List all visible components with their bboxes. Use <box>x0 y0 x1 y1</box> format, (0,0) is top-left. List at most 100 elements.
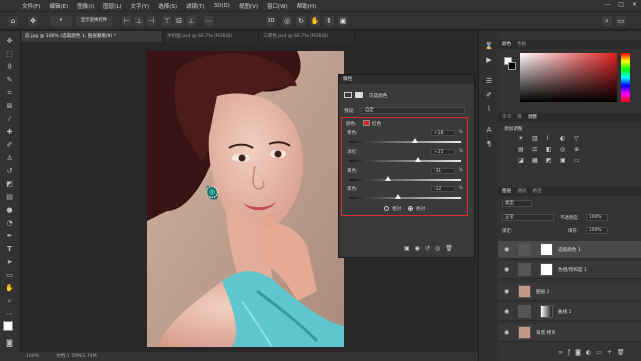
layer-name[interactable]: 色相/饱和度 1 <box>558 267 587 273</box>
type-tool-icon[interactable]: T <box>4 245 15 254</box>
layer-row[interactable]: ◉ 选取颜色 1 <box>498 241 641 259</box>
crop-tool-icon[interactable]: ⌗ <box>4 89 15 98</box>
slider-track[interactable] <box>349 197 461 199</box>
tab-paths[interactable]: 路径 <box>532 187 541 196</box>
clone-stamp-icon[interactable]: ♙ <box>4 154 15 163</box>
eye-icon[interactable]: ◉ <box>504 308 511 315</box>
home-icon[interactable]: ⌂ <box>8 16 18 26</box>
quick-mask-icon[interactable]: ◙ <box>4 339 15 348</box>
slider-value-input[interactable]: -12 <box>431 186 455 192</box>
clip-to-layer-icon[interactable]: ▣ <box>404 245 410 252</box>
align-center-icon[interactable]: ⊥ <box>134 16 144 26</box>
radio-relative[interactable] <box>384 206 389 211</box>
menu-edit[interactable]: 编辑(E) <box>49 2 68 10</box>
background-swatch[interactable] <box>508 62 516 70</box>
delete-layer-icon[interactable]: 🗑 <box>617 349 625 356</box>
align-left-icon[interactable]: ⊢ <box>122 16 132 26</box>
slider-value-input[interactable]: +25 <box>431 149 455 155</box>
menu-view[interactable]: 视图(V) <box>239 2 258 10</box>
dodge-tool-icon[interactable]: ◔ <box>4 219 15 228</box>
healing-brush-icon[interactable]: ✚ <box>4 128 15 137</box>
opacity-input[interactable]: 100% <box>586 214 608 221</box>
eye-icon[interactable]: ◉ <box>504 266 511 273</box>
zoom-level[interactable]: 100% <box>26 352 39 361</box>
posterize-icon[interactable]: ▦ <box>532 157 542 164</box>
slider-handle[interactable] <box>412 138 419 143</box>
tab-adjustments[interactable]: 调整 <box>528 113 537 122</box>
tab-document-3[interactable]: 三原色.psd @ 66.7% (RGB/8) <box>259 31 355 42</box>
menu-image[interactable]: 图像(I) <box>77 2 94 10</box>
link-icon[interactable]: ∞ <box>558 349 563 356</box>
tab-layers[interactable]: 图层 <box>502 187 511 196</box>
blend-mode-dropdown[interactable]: 正常 <box>502 214 554 221</box>
slider-value-input[interactable]: +18 <box>431 130 455 136</box>
marquee-tool-icon[interactable]: ⬚ <box>4 50 15 59</box>
tab-color[interactable]: 颜色 <box>502 40 511 49</box>
eraser-tool-icon[interactable]: ◩ <box>4 180 15 189</box>
slide-icon[interactable]: ⇕ <box>324 16 334 26</box>
layer-name[interactable]: 背景 拷贝 <box>536 330 556 336</box>
mask-thumbnail[interactable] <box>540 305 553 318</box>
maximize-button[interactable]: □ <box>618 1 624 8</box>
workspace-icon[interactable]: ▭ <box>616 16 626 26</box>
pan-icon[interactable]: ✋ <box>310 16 320 26</box>
orbit-icon[interactable]: ◎ <box>282 16 292 26</box>
levels-icon[interactable]: ▥ <box>532 135 542 142</box>
eye-icon[interactable]: ◉ <box>504 329 511 336</box>
layer-name[interactable]: 图层 2 <box>536 289 550 295</box>
zoom-tool-icon[interactable]: ⌕ <box>4 297 15 306</box>
menu-help[interactable]: 帮助(H) <box>297 2 316 10</box>
slider-handle[interactable] <box>415 157 422 162</box>
fx-icon[interactable]: ƒ <box>568 349 570 356</box>
paths-icon[interactable]: ⌇ <box>484 104 494 114</box>
tab-document-1[interactable]: 前.jpg @ 100% (选取颜色 1, 图层蒙版/8) * <box>21 31 163 42</box>
hue-sat-icon[interactable]: ▤ <box>518 146 528 153</box>
camera-icon[interactable]: ▣ <box>338 16 348 26</box>
visibility-icon[interactable]: ◎ <box>435 245 440 252</box>
frame-tool-icon[interactable]: ⊠ <box>4 102 15 111</box>
menu-window[interactable]: 窗口(W) <box>267 2 288 10</box>
3d-mode-icon[interactable]: 3D <box>266 16 276 26</box>
close-button[interactable]: ✕ <box>632 1 637 8</box>
color-balance-icon[interactable]: ⚖ <box>532 146 542 153</box>
slider-track[interactable] <box>349 179 461 181</box>
minimize-button[interactable]: — <box>604 1 610 8</box>
brightness-icon[interactable]: ☀ <box>518 135 528 142</box>
group-icon[interactable]: ▭ <box>596 349 602 356</box>
hand-tool-icon[interactable]: ✋ <box>4 284 15 293</box>
reset-icon[interactable]: ↺ <box>425 245 430 252</box>
eyedropper-tool-icon[interactable]: ⁄ <box>4 115 15 124</box>
align-top-icon[interactable]: ⊤ <box>162 16 172 26</box>
color-picker-field[interactable] <box>520 53 617 102</box>
history-icon[interactable]: ⌛ <box>484 41 494 51</box>
selective-color-icon[interactable]: ▣ <box>560 157 570 164</box>
tab-channels[interactable]: 通道 <box>517 187 526 196</box>
actions-icon[interactable]: ▶ <box>484 55 494 65</box>
exposure-icon[interactable]: ◐ <box>560 135 570 142</box>
layer-name[interactable]: 选取颜色 1 <box>558 247 581 253</box>
black-white-icon[interactable]: ◧ <box>546 146 556 153</box>
hue-slider[interactable] <box>621 53 630 102</box>
invert-icon[interactable]: ◪ <box>518 157 528 164</box>
auto-select-dropdown[interactable]: ▾ <box>50 16 72 26</box>
tab-learn[interactable]: 学习 <box>502 113 511 122</box>
eye-icon[interactable]: ◉ <box>504 246 511 253</box>
blur-tool-icon[interactable]: ● <box>4 206 15 215</box>
quick-select-icon[interactable]: ✎ <box>4 76 15 85</box>
color-dropdown[interactable]: 红色 <box>372 121 381 127</box>
slider-value-input[interactable]: -31 <box>431 168 455 174</box>
search-icon[interactable]: ⌕ <box>602 16 612 26</box>
menu-layer[interactable]: 图层(L) <box>103 2 121 10</box>
slider-handle[interactable] <box>395 194 402 199</box>
layer-row[interactable]: ◉ 色相/饱和度 1 <box>498 261 641 279</box>
tab-swatches[interactable]: 色板 <box>517 40 526 49</box>
mask-thumbnail[interactable] <box>540 263 553 276</box>
roll-icon[interactable]: ↻ <box>296 16 306 26</box>
foreground-color-swatch[interactable] <box>3 321 13 331</box>
layer-row[interactable]: ◉ 曲线 1 <box>498 303 641 321</box>
mask-icon[interactable] <box>355 92 363 98</box>
curves-icon[interactable]: ⌇ <box>546 135 556 142</box>
paragraph-icon[interactable]: ¶ <box>484 139 494 149</box>
new-adjustment-icon[interactable]: ◐ <box>586 349 591 356</box>
tab-libraries[interactable]: 库 <box>517 113 522 122</box>
